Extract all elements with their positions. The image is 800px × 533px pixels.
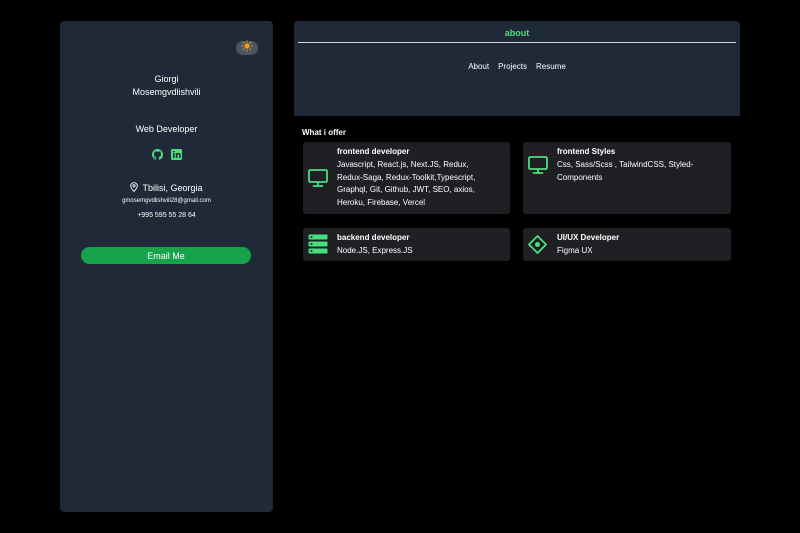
map-pin-icon — [130, 182, 139, 194]
service-description-line: Graphql, Git, Github, JWT, SEO, axios, — [337, 185, 475, 194]
nav-about[interactable]: About — [468, 62, 489, 71]
service-card-frontend-developer: frontend developer Javascript, React.js,… — [303, 142, 510, 214]
service-description-line: Node.JS, Express.JS — [337, 246, 413, 255]
first-name: Giorgi — [154, 74, 179, 84]
service-title: UI/UX Developer — [557, 233, 620, 242]
service-title: frontend developer — [337, 147, 410, 156]
service-card-backend-developer: backend developer Node.JS, Express.JS — [303, 228, 510, 261]
figma-diamond-icon — [528, 235, 547, 259]
service-card-frontend-styles: frontend Styles Css, Sass/Scss , Tailwin… — [523, 142, 731, 214]
profile-role: Web Developer — [135, 124, 198, 134]
sun-icon — [241, 39, 253, 57]
monitor-icon — [528, 156, 548, 180]
service-card-ui-ux-developer: UI/UX Developer Figma UX — [523, 228, 731, 261]
profile-sidebar: Giorgi Mosemgvdlishvili Web Developer Tb — [60, 21, 273, 512]
service-description: Javascript, React.js, Next.JS, Redux, Re… — [337, 159, 475, 209]
email-address: gmosemgvdlishvili28@gmail.com — [122, 198, 211, 204]
nav-projects[interactable]: Projects — [498, 62, 527, 71]
service-description: Node.JS, Express.JS — [337, 245, 413, 258]
service-title: frontend Styles — [557, 147, 616, 156]
header-divider — [298, 42, 736, 43]
service-description-line: Css, Sass/Scss , TailwindCSS, Styled- — [557, 160, 694, 169]
service-description-line: Components — [557, 172, 603, 182]
profile-name: Giorgi Mosemgvdlishvili — [60, 73, 273, 99]
top-nav: About Projects Resume — [294, 62, 740, 71]
last-name: Mosemgvdlishvili — [132, 87, 201, 97]
service-description-line: Heroku, Firebase, Vercel — [337, 197, 426, 207]
linkedin-icon[interactable] — [170, 149, 182, 160]
service-description: Figma UX — [557, 245, 593, 258]
offer-heading: What i offer — [302, 128, 346, 137]
section-title: about — [504, 28, 530, 38]
location-text: Tbilisi, Georgia — [142, 183, 203, 193]
location: Tbilisi, Georgia — [60, 182, 273, 194]
theme-toggle[interactable] — [236, 39, 258, 57]
server-icon — [308, 234, 328, 259]
email-me-button[interactable]: Email Me — [81, 247, 251, 264]
monitor-icon — [308, 169, 328, 193]
about-header: about About Projects Resume — [294, 21, 740, 116]
service-description: Css, Sass/Scss , TailwindCSS, Styled- Co… — [557, 159, 693, 184]
phone-number: +995 595 55 28 64 — [137, 212, 196, 219]
github-icon[interactable] — [151, 149, 163, 160]
service-description-line: Figma UX — [557, 246, 593, 255]
nav-resume[interactable]: Resume — [536, 62, 566, 71]
service-description-line: Javascript, React.js, Next.JS, Redux, — [337, 160, 469, 169]
social-links — [60, 149, 273, 160]
service-description-line: Redux-Saga, Redux-Toolkit,Typescript, — [337, 172, 476, 182]
service-title: backend developer — [337, 233, 410, 242]
